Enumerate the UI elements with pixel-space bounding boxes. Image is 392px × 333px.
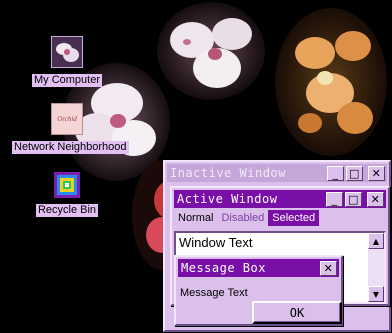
wallpaper-orchid-photo bbox=[275, 8, 387, 156]
desktop[interactable]: My Computer Orchid Network Neighborhood … bbox=[0, 0, 392, 333]
active-window-title-bar[interactable]: Active Window _ □ ✕ bbox=[174, 190, 386, 208]
menu-item-normal[interactable]: Normal bbox=[174, 210, 217, 226]
close-icon: ✕ bbox=[323, 261, 334, 275]
menu-item-disabled: Disabled bbox=[221, 212, 265, 224]
minimize-icon: _ bbox=[332, 166, 339, 180]
message-box[interactable]: Message Box ✕ Message Text OK bbox=[174, 255, 343, 326]
arrow-up-icon: ▲ bbox=[372, 236, 380, 246]
arrow-down-icon: ▼ bbox=[372, 289, 380, 299]
window-title: Active Window bbox=[177, 192, 278, 206]
maximize-icon: □ bbox=[349, 166, 360, 180]
message-box-title-bar[interactable]: Message Box ✕ bbox=[178, 259, 339, 277]
vertical-scrollbar[interactable]: ▲ ▼ bbox=[368, 233, 384, 302]
ok-button[interactable]: OK bbox=[252, 301, 342, 324]
close-button[interactable]: ✕ bbox=[368, 165, 385, 181]
minimize-button[interactable]: _ bbox=[327, 165, 344, 181]
icon-label: My Computer bbox=[31, 74, 103, 87]
minimize-button[interactable]: _ bbox=[326, 191, 343, 207]
icon-label: Network Neighborhood bbox=[12, 141, 129, 154]
scroll-down-button[interactable]: ▼ bbox=[368, 286, 384, 302]
window-text: Window Text bbox=[179, 235, 253, 250]
inactive-window-title-bar[interactable]: Inactive Window _ □ ✕ bbox=[167, 164, 387, 182]
window-title: Inactive Window bbox=[170, 166, 286, 180]
close-button[interactable]: ✕ bbox=[367, 191, 384, 207]
wallpaper-orchid-photo bbox=[157, 2, 265, 100]
menu-bar: Normal Disabled Selected bbox=[174, 210, 386, 226]
orchid-card-text: Orchid bbox=[57, 115, 77, 123]
menu-item-selected[interactable]: Selected bbox=[268, 210, 320, 226]
maximize-button[interactable]: □ bbox=[346, 165, 363, 181]
close-button[interactable]: ✕ bbox=[320, 260, 337, 276]
icon-label: Recycle Bin bbox=[35, 204, 99, 217]
maximize-icon: □ bbox=[348, 192, 359, 206]
maximize-button[interactable]: □ bbox=[345, 191, 362, 207]
desktop-icon-recycle-bin[interactable]: Recycle Bin bbox=[12, 172, 122, 217]
message-box-title: Message Box bbox=[181, 261, 266, 275]
recycle-bin-icon bbox=[54, 172, 80, 198]
desktop-icon-network-neighborhood[interactable]: Orchid Network Neighborhood bbox=[12, 103, 129, 154]
close-icon: ✕ bbox=[370, 192, 381, 206]
minimize-icon: _ bbox=[331, 192, 338, 206]
close-icon: ✕ bbox=[371, 166, 382, 180]
message-text: Message Text bbox=[180, 287, 248, 299]
desktop-icon-my-computer[interactable]: My Computer bbox=[12, 36, 122, 87]
orchid-photo-icon bbox=[51, 36, 83, 68]
orchid-card-icon: Orchid bbox=[51, 103, 83, 135]
scroll-up-button[interactable]: ▲ bbox=[368, 233, 384, 249]
